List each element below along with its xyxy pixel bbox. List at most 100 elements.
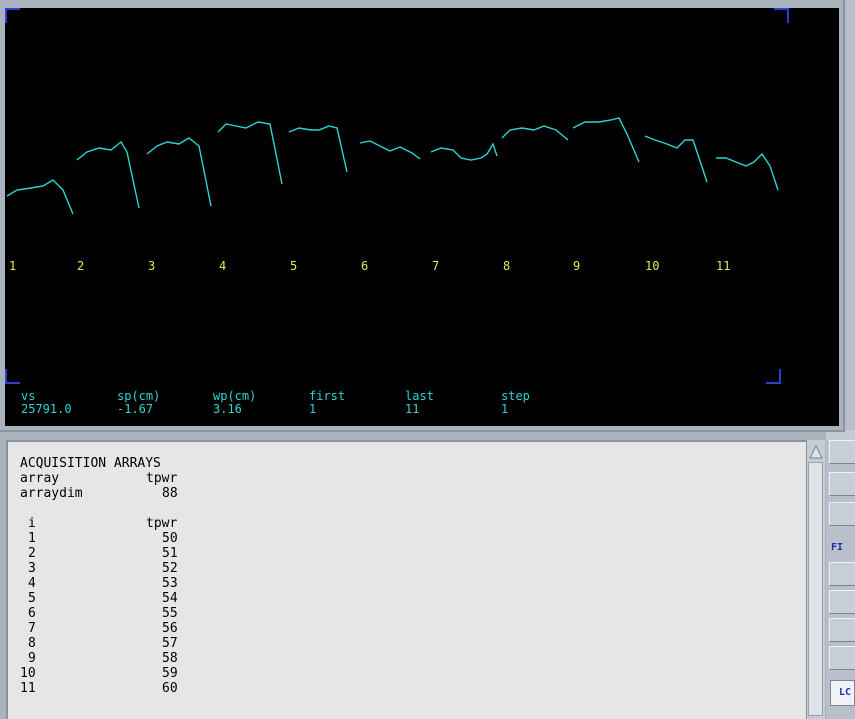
- row-index: 6: [28, 606, 36, 621]
- spectrum-index-label: 8: [503, 259, 510, 273]
- param-first: first 1: [309, 390, 405, 416]
- spectrum-trace: [288, 125, 348, 173]
- graphics-side-strip: [845, 0, 855, 430]
- text-title: ACQUISITION ARRAYS: [20, 456, 161, 471]
- param-vs: vs 25791.0: [21, 390, 117, 416]
- spectrum-trace: [644, 135, 708, 183]
- side-label-box[interactable]: LC: [830, 680, 855, 706]
- arraydim-value: 88: [162, 486, 178, 501]
- spectrum-index-label: 7: [432, 259, 439, 273]
- arraydim-label: arraydim: [20, 486, 83, 501]
- spectrum-index-label: 2: [77, 259, 84, 273]
- param-label: last: [405, 389, 434, 403]
- row-tpwr-value: 58: [162, 651, 178, 666]
- side-button[interactable]: [829, 618, 855, 642]
- column-header-tpwr: tpwr: [146, 516, 178, 531]
- row-index: 5: [28, 591, 36, 606]
- row-index: 3: [28, 561, 36, 576]
- side-button[interactable]: [829, 646, 855, 670]
- side-label-fi: FI: [831, 542, 844, 553]
- spectrum-trace: [359, 140, 421, 160]
- arraydim-line: arraydim 88: [20, 486, 178, 501]
- table-row: 7 56: [20, 621, 178, 636]
- spectrum-trace: [76, 140, 140, 209]
- vnmr-window: 1 2 3 4 5 6 7 8 9 10 11 vs 25791.0 sp(cm): [0, 0, 855, 719]
- column-header-i: i: [28, 516, 36, 531]
- row-index: 4: [28, 576, 36, 591]
- spectrum-trace: [501, 125, 569, 141]
- row-index: 2: [28, 546, 36, 561]
- row-tpwr-value: 51: [162, 546, 178, 561]
- param-label: first: [309, 389, 346, 403]
- corner-bracket-top-right: [774, 8, 789, 23]
- spectrum-canvas[interactable]: 1 2 3 4 5 6 7 8 9 10 11 vs 25791.0 sp(cm): [5, 8, 839, 426]
- text-scrollbar[interactable]: [806, 440, 825, 719]
- row-tpwr-value: 59: [162, 666, 178, 681]
- spectrum-index-label: 3: [148, 259, 155, 273]
- spectrum-index-label: 6: [361, 259, 368, 273]
- row-index: 8: [28, 636, 36, 651]
- table-header: i tpwr: [20, 516, 177, 531]
- side-label-lc: LC: [839, 687, 852, 698]
- param-wp: wp(cm) 3.16: [213, 390, 309, 416]
- arrayed-spectra-plot: 1 2 3 4 5 6 7 8 9 10 11: [6, 117, 779, 273]
- spectrum-index-label: 11: [716, 259, 730, 273]
- spectrum-index-label: 1: [9, 259, 16, 273]
- param-sp: sp(cm) -1.67: [117, 390, 213, 416]
- acquisition-arrays-text: ACQUISITION ARRAYS array tpwr arraydim 88 …: [20, 456, 178, 696]
- param-value: -1.67: [117, 402, 154, 416]
- spectrum-index-label: 4: [219, 259, 226, 273]
- row-index: 11: [20, 681, 36, 696]
- param-value: 11: [405, 402, 420, 416]
- side-button[interactable]: [829, 440, 855, 464]
- table-row: 9 58: [20, 651, 178, 666]
- row-index: 7: [28, 621, 36, 636]
- param-last: last 11: [405, 390, 501, 416]
- param-value: 25791.0: [21, 402, 72, 416]
- row-tpwr-value: 50: [162, 531, 178, 546]
- graphics-frame: 1 2 3 4 5 6 7 8 9 10 11 vs 25791.0 sp(cm): [0, 0, 845, 432]
- spectrum-trace: [572, 117, 640, 163]
- corner-bracket-bottom-left: [5, 369, 20, 384]
- row-tpwr-value: 54: [162, 591, 178, 606]
- param-value: 3.16: [213, 402, 242, 416]
- spectrum-trace: [716, 152, 779, 191]
- table-row: 6 55: [20, 606, 178, 621]
- table-row: 2 51: [20, 546, 178, 561]
- table-row: 10 59: [20, 666, 178, 681]
- spectrum-trace: [146, 137, 212, 207]
- side-button[interactable]: [829, 472, 855, 496]
- table-row: 1 50: [20, 531, 178, 546]
- corner-bracket-bottom-right: [766, 369, 781, 384]
- text-output-panel[interactable]: ACQUISITION ARRAYS array tpwr arraydim 88 …: [6, 440, 806, 719]
- side-button[interactable]: [829, 562, 855, 586]
- array-label: array: [20, 471, 60, 486]
- table-row: 3 52: [20, 561, 178, 576]
- text-output-frame: ACQUISITION ARRAYS array tpwr arraydim 88 …: [0, 432, 826, 719]
- side-button-column: FI: [826, 440, 855, 719]
- row-index: 9: [28, 651, 36, 666]
- param-label: step: [501, 389, 530, 403]
- row-tpwr-value: 55: [162, 606, 178, 621]
- row-tpwr-value: 56: [162, 621, 178, 636]
- param-value: 1: [501, 402, 509, 416]
- param-step: step 1: [501, 390, 597, 416]
- table-row: 8 57: [20, 636, 178, 651]
- spectrum-trace: [430, 142, 498, 161]
- side-button[interactable]: [829, 502, 855, 526]
- spectrum-index-label: 10: [645, 259, 659, 273]
- param-value: 1: [309, 402, 317, 416]
- side-button[interactable]: [829, 590, 855, 614]
- row-tpwr-value: 60: [162, 681, 178, 696]
- row-index: 10: [20, 666, 36, 681]
- row-index: 1: [28, 531, 36, 546]
- row-tpwr-value: 52: [162, 561, 178, 576]
- table-row: 5 54: [20, 591, 178, 606]
- scroll-thumb[interactable]: [808, 462, 823, 716]
- table-row: 4 53: [20, 576, 178, 591]
- spectrum-trace: [6, 179, 74, 215]
- spectrum-index-label: 9: [573, 259, 580, 273]
- scroll-up-arrow-icon[interactable]: [809, 444, 823, 460]
- display-parameters: vs 25791.0 sp(cm) -1.67 wp(cm) 3.16 firs…: [21, 390, 597, 416]
